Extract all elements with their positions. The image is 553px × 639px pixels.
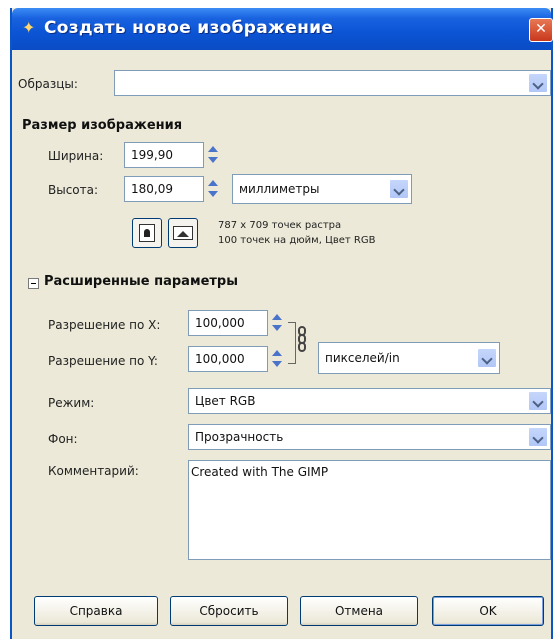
size-unit-value: миллиметры	[239, 182, 320, 196]
close-icon[interactable]: ✕	[529, 18, 553, 42]
landscape-button[interactable]	[168, 218, 198, 248]
chevron-down-icon[interactable]	[528, 391, 548, 411]
spin-up-icon[interactable]	[208, 146, 218, 152]
spin-down-icon[interactable]	[208, 191, 218, 197]
color-mode-value: Цвет RGB	[195, 394, 256, 408]
height-input[interactable]: 180,09	[124, 176, 204, 202]
res-y-spinner[interactable]	[272, 348, 284, 370]
res-x-input[interactable]: 100,000	[188, 310, 268, 336]
templates-label: Образцы:	[18, 77, 78, 91]
landscape-icon	[173, 226, 193, 240]
chevron-down-icon[interactable]	[389, 179, 409, 199]
dialog-title: Создать новое изображение	[44, 18, 334, 38]
width-label: Ширина:	[48, 149, 104, 163]
pixel-size-info: 787 x 709 точек растра	[218, 220, 342, 231]
spin-up-icon[interactable]	[272, 314, 282, 320]
chevron-down-icon[interactable]	[477, 348, 497, 368]
image-size-heading: Размер изображения	[22, 118, 183, 133]
res-x-spinner[interactable]	[272, 312, 284, 334]
title-bar[interactable]: ✦ Создать новое изображение ✕	[12, 8, 553, 50]
comment-textarea[interactable]: Created with The GIMP	[188, 460, 551, 560]
fill-value: Прозрачность	[195, 430, 284, 444]
chevron-down-icon[interactable]	[528, 427, 548, 447]
color-mode-combo[interactable]: Цвет RGB	[188, 388, 551, 414]
spin-down-icon[interactable]	[272, 361, 282, 367]
chain-bracket	[288, 322, 296, 364]
spin-up-icon[interactable]	[272, 350, 282, 356]
advanced-heading[interactable]: Расширенные параметры	[44, 274, 238, 289]
templates-combo[interactable]	[114, 70, 551, 96]
spin-up-icon[interactable]	[208, 180, 218, 186]
help-button[interactable]: Справка	[34, 596, 158, 626]
fill-label: Фон:	[48, 432, 78, 446]
comment-label: Комментарий:	[48, 464, 139, 478]
spin-down-icon[interactable]	[208, 157, 218, 163]
res-y-label: Разрешение по Y:	[48, 354, 158, 368]
chain-link-icon[interactable]	[297, 326, 307, 360]
collapse-icon[interactable]	[28, 278, 39, 289]
resolution-unit-value: пикселей/in	[325, 351, 400, 365]
fill-combo[interactable]: Прозрачность	[188, 424, 551, 450]
resolution-info: 100 точек на дюйм, Цвет RGB	[218, 235, 376, 246]
height-label: Высота:	[48, 183, 99, 197]
cancel-button[interactable]: Отмена	[300, 596, 418, 626]
height-spinner[interactable]	[208, 178, 220, 200]
new-image-dialog: ✦ Создать новое изображение ✕ Образцы: Р…	[10, 8, 553, 639]
gimp-app-icon: ✦	[22, 18, 36, 37]
height-value: 180,09	[131, 182, 173, 196]
ok-button[interactable]: OK	[432, 596, 544, 626]
portrait-button[interactable]	[132, 218, 162, 248]
res-y-input[interactable]: 100,000	[188, 346, 268, 372]
width-spinner[interactable]	[208, 144, 220, 166]
comment-value: Created with The GIMP	[191, 465, 329, 479]
res-x-label: Разрешение по X:	[48, 318, 161, 332]
size-unit-combo[interactable]: миллиметры	[232, 174, 412, 204]
mode-label: Режим:	[48, 396, 95, 410]
portrait-icon	[139, 224, 155, 242]
res-x-value: 100,000	[195, 316, 245, 330]
width-input[interactable]: 199,90	[124, 142, 204, 168]
reset-button[interactable]: Сбросить	[170, 596, 288, 626]
res-y-value: 100,000	[195, 352, 245, 366]
width-value: 199,90	[131, 148, 173, 162]
resolution-unit-combo[interactable]: пикселей/in	[318, 342, 500, 374]
spin-down-icon[interactable]	[272, 325, 282, 331]
chevron-down-icon[interactable]	[528, 73, 548, 93]
